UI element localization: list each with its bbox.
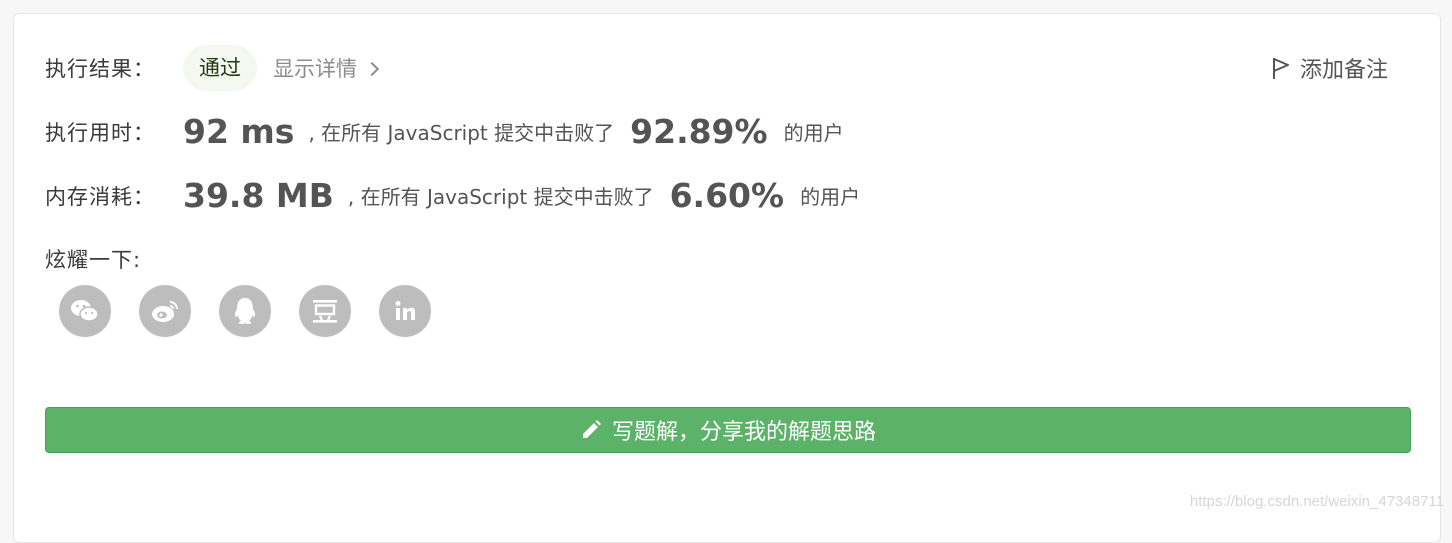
show-details-link[interactable]: 显示详情 bbox=[273, 53, 377, 83]
chevron-right-icon bbox=[365, 62, 379, 76]
memory-suffix: 的用户 bbox=[800, 181, 860, 210]
pencil-icon bbox=[580, 419, 602, 441]
show-details-label: 显示详情 bbox=[273, 53, 357, 83]
memory-value: 39.8 MB bbox=[183, 176, 334, 215]
qq-icon[interactable] bbox=[219, 285, 271, 337]
memory-text: , 在所有 JavaScript 提交中击败了 bbox=[348, 181, 654, 210]
memory-row: 内存消耗： 39.8 MB , 在所有 JavaScript 提交中击败了 6.… bbox=[45, 176, 860, 215]
write-solution-button[interactable]: 写题解，分享我的解题思路 bbox=[45, 407, 1411, 453]
watermark-url: https://blog.csdn.net/weixin_47348711 bbox=[1190, 493, 1444, 510]
douban-icon[interactable] bbox=[299, 285, 351, 337]
add-note-button[interactable]: 添加备注 bbox=[1272, 52, 1388, 84]
linkedin-icon[interactable] bbox=[379, 285, 431, 337]
share-label: 炫耀一下: bbox=[45, 244, 141, 274]
memory-percent: 6.60% bbox=[670, 176, 785, 215]
runtime-percent: 92.89% bbox=[630, 112, 767, 151]
runtime-suffix: 的用户 bbox=[784, 117, 844, 146]
result-label: 执行结果： bbox=[45, 53, 155, 83]
status-badge: 通过 bbox=[183, 45, 257, 91]
flag-icon bbox=[1272, 56, 1290, 80]
result-row: 执行结果： 通过 显示详情 bbox=[45, 45, 377, 91]
runtime-label: 执行用时： bbox=[45, 117, 155, 147]
runtime-row: 执行用时： 92 ms , 在所有 JavaScript 提交中击败了 92.8… bbox=[45, 112, 844, 151]
memory-label: 内存消耗： bbox=[45, 181, 155, 211]
share-icons bbox=[59, 285, 459, 337]
wechat-icon[interactable] bbox=[59, 285, 111, 337]
add-note-label: 添加备注 bbox=[1300, 52, 1388, 84]
runtime-value: 92 ms bbox=[183, 112, 294, 151]
write-solution-label: 写题解，分享我的解题思路 bbox=[612, 414, 876, 446]
runtime-text: , 在所有 JavaScript 提交中击败了 bbox=[308, 117, 614, 146]
weibo-icon[interactable] bbox=[139, 285, 191, 337]
submission-result-card: 执行结果： 通过 显示详情 添加备注 执行用时： 92 ms , 在所有 Jav… bbox=[13, 13, 1441, 543]
share-row-label: 炫耀一下: bbox=[45, 244, 141, 274]
